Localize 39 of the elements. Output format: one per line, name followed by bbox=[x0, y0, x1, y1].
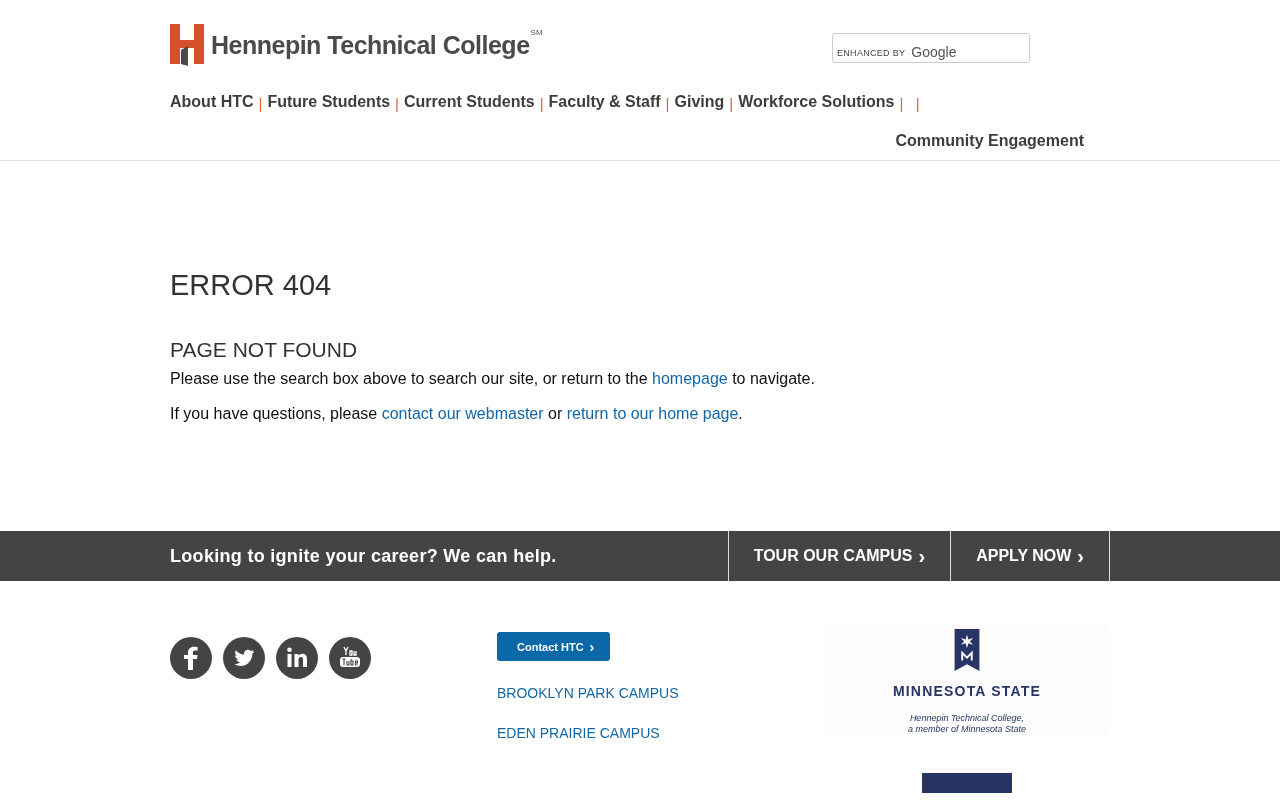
cta-button[interactable]: APPLY NOW › bbox=[950, 531, 1110, 581]
search-brand: Google bbox=[911, 44, 957, 60]
error-subtitle: PAGE NOT FOUND bbox=[170, 338, 359, 362]
nav-separator: | bbox=[665, 93, 670, 112]
text-link[interactable]: homepage bbox=[652, 370, 728, 387]
error-message: If you have questions, please contact our webmaster or return to our home page. bbox=[170, 404, 744, 424]
nav-link[interactable]: Workforce Solutions bbox=[738, 92, 895, 111]
nav-separator: | | bbox=[899, 93, 920, 112]
search-branding: ENHANCED BY bbox=[837, 48, 906, 58]
campus-link[interactable]: EDEN PRAIRIE CAMPUS bbox=[497, 725, 660, 741]
banner-star-icon bbox=[954, 629, 980, 671]
contact-button[interactable]: Contact HTC › bbox=[497, 632, 611, 661]
text-link[interactable]: return to our home page bbox=[566, 405, 739, 422]
cta-text: Looking to ignite your career? We can help. bbox=[170, 545, 557, 567]
nav-link[interactable]: Future Students bbox=[267, 92, 391, 111]
campus-link[interactable]: BROOKLYN PARK CAMPUS bbox=[497, 685, 679, 701]
nav-separator: | bbox=[258, 93, 263, 112]
facebook-icon[interactable] bbox=[170, 637, 212, 679]
logo-text[interactable]: Hennepin Technical College bbox=[211, 30, 530, 60]
text-link[interactable]: contact our webmaster bbox=[381, 405, 544, 422]
nav-separator: | bbox=[539, 93, 544, 112]
service-mark: SM bbox=[530, 28, 543, 37]
nav-link[interactable]: Current Students bbox=[404, 92, 535, 111]
linkedin-icon[interactable] bbox=[276, 637, 318, 679]
nav-separator: | bbox=[395, 93, 399, 112]
logo-icon bbox=[170, 24, 204, 66]
nav-separator: | bbox=[729, 93, 734, 112]
youtube-icon[interactable] bbox=[329, 637, 371, 679]
nav-link[interactable]: Giving bbox=[674, 92, 725, 111]
nav-link[interactable]: Faculty & Staff bbox=[548, 92, 661, 111]
nav-link[interactable]: About HTC bbox=[170, 92, 254, 111]
search-field[interactable]: ENHANCED BY Google bbox=[832, 33, 1030, 63]
cta-button[interactable]: TOUR OUR CAMPUS › bbox=[727, 531, 951, 581]
partner-caption: Hennepin Technical College, a member of Minnesota State bbox=[907, 713, 1027, 735]
error-title: ERROR 404 bbox=[170, 269, 333, 302]
error-message: Please use the search box above to search our site, or return to the homepage to navigate. bbox=[170, 369, 816, 389]
twitter-icon[interactable] bbox=[223, 637, 265, 679]
partner-name: MINNESOTA STATE bbox=[892, 683, 1042, 699]
nav-link[interactable]: Community Engagement bbox=[895, 131, 1084, 150]
